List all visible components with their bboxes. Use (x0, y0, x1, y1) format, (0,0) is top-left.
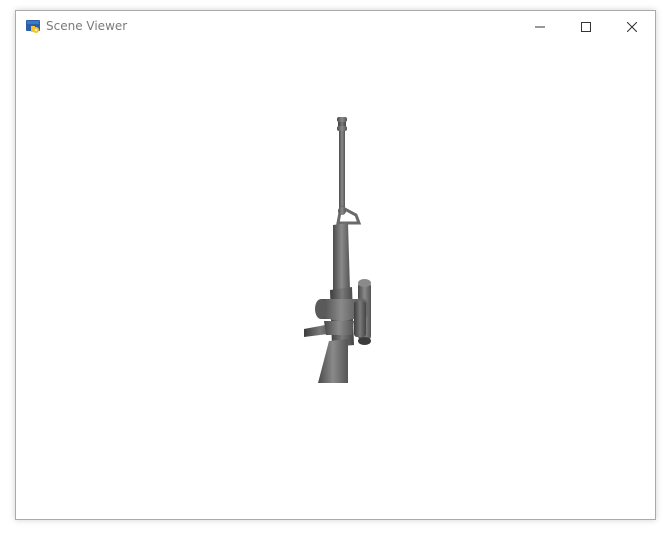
rifle-3d-model (304, 117, 371, 383)
close-button[interactable] (609, 11, 655, 41)
close-icon (626, 17, 638, 36)
3d-viewport[interactable] (16, 41, 655, 519)
maximize-button[interactable] (563, 11, 609, 41)
maximize-icon (581, 17, 591, 36)
python-app-icon (25, 18, 41, 34)
window-title: Scene Viewer (46, 19, 128, 33)
minimize-button[interactable] (517, 11, 563, 41)
minimize-icon (535, 17, 545, 36)
scene-viewer-window: Scene Viewer (15, 10, 656, 520)
title-bar[interactable]: Scene Viewer (16, 11, 655, 41)
